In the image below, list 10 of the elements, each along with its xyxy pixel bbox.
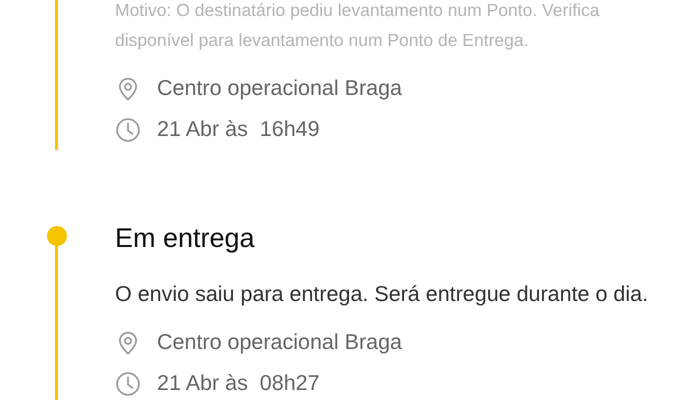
event-title: Em entrega [115, 222, 256, 254]
location-text: Centro operacional Braga [157, 330, 402, 355]
event-description: O envio saiu para entrega. Será entregue durante o dia. [115, 281, 648, 308]
clock-icon [115, 116, 141, 142]
event-description: Motivo: O destinatário pediu levantamento num Ponto. Verifica [115, 0, 600, 20]
location-text: Centro operacional Braga [157, 76, 402, 101]
time-text: 21 Abr às 08h27 [157, 371, 320, 396]
clock-icon [115, 370, 141, 396]
time-text: 21 Abr às 16h49 [157, 117, 320, 142]
event-description: disponível para levantamento num Ponto de Entrega. [115, 29, 528, 52]
